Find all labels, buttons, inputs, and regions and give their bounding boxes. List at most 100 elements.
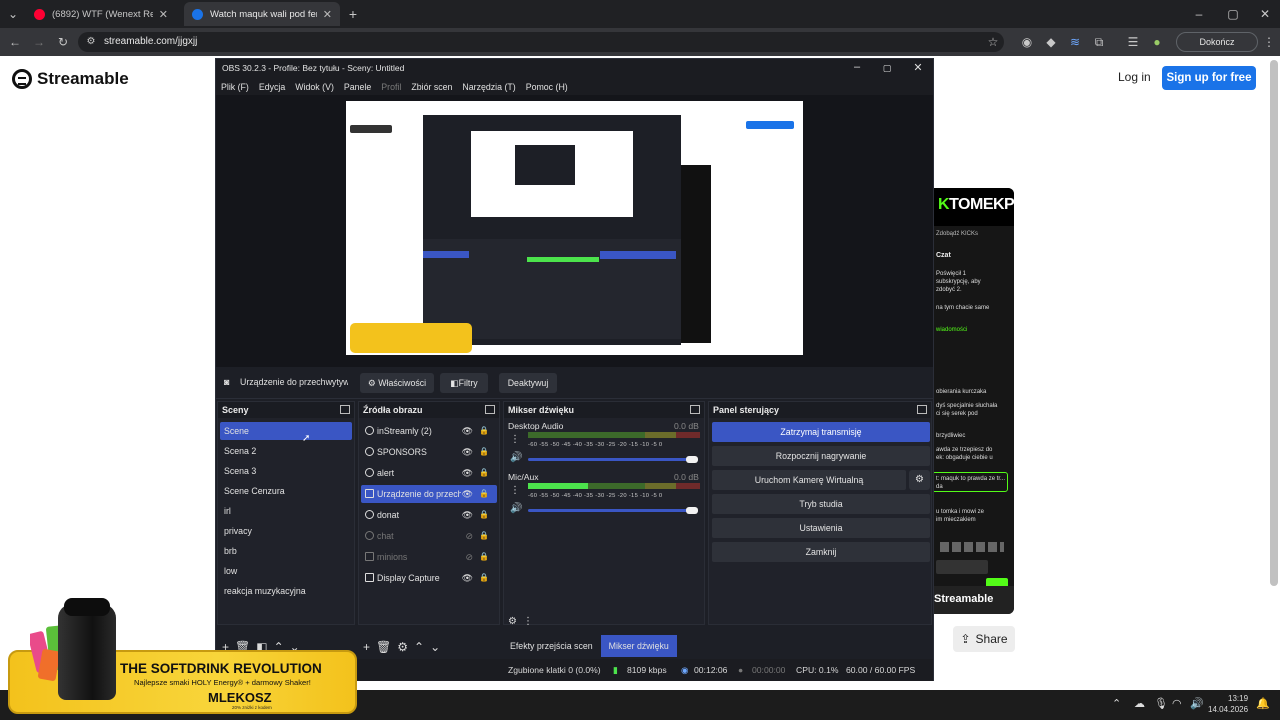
menu-scene-collection[interactable]: Zbiór scen: [411, 79, 452, 95]
share-button[interactable]: ⇪ Share: [953, 626, 1015, 652]
move-up-icon[interactable]: ⌃: [414, 640, 424, 654]
source-item[interactable]: SPONSORS 👁 🔒: [361, 443, 497, 461]
notifications-bell-icon[interactable]: 🔔: [1256, 697, 1270, 710]
eye-icon[interactable]: 👁: [462, 443, 473, 461]
source-item[interactable]: minions ⊘ 🔒: [361, 548, 497, 566]
scene-item[interactable]: Scene: [220, 422, 352, 440]
filters-button[interactable]: ◧Filtry: [440, 373, 488, 393]
volume-slider-handle[interactable]: [686, 456, 698, 463]
new-tab-icon[interactable]: +: [344, 4, 362, 24]
address-bar[interactable]: ⚙ streamable.com/jjgxjj ☆: [78, 32, 1004, 52]
tab-audio-mixer[interactable]: Mikser dźwięku: [600, 635, 677, 657]
tab-scene-transitions[interactable]: Efekty przejścia scen: [502, 635, 601, 657]
update-button[interactable]: Dokończ aktualizację: [1176, 32, 1258, 65]
deactivate-button[interactable]: Deaktywuj: [499, 373, 557, 393]
scene-item[interactable]: privacy: [220, 522, 352, 540]
undock-icon[interactable]: [690, 405, 700, 414]
bookmark-star-icon[interactable]: ☆: [984, 32, 1002, 52]
menu-view[interactable]: Widok (V): [295, 79, 334, 95]
eye-icon[interactable]: 👁: [462, 464, 473, 482]
undock-icon[interactable]: [340, 405, 350, 414]
site-info-icon[interactable]: ⚙: [82, 32, 100, 52]
eye-hidden-icon[interactable]: ⊘: [465, 527, 473, 545]
reload-icon[interactable]: ↻: [54, 32, 72, 52]
tab-youtube[interactable]: (6892) WTF (Wenext Remix) - YouTube ✕: [26, 2, 176, 26]
lock-icon[interactable]: 🔒: [479, 443, 489, 461]
tab-streamable[interactable]: Watch maquk wali pod femboja ✕: [184, 2, 340, 26]
obs-preview[interactable]: [216, 95, 933, 367]
speaker-icon[interactable]: 🔊: [510, 452, 522, 463]
source-item[interactable]: Urządzenie do przechwytywania👁🔒: [361, 485, 497, 503]
source-item[interactable]: donat 👁 🔒: [361, 506, 497, 524]
login-link[interactable]: Log in: [1118, 70, 1151, 84]
scene-item[interactable]: Scena 2: [220, 442, 352, 460]
volume-slider-handle[interactable]: [686, 507, 698, 514]
puzzle-icon[interactable]: ⧉: [1090, 32, 1108, 52]
signup-button[interactable]: Sign up for free: [1162, 66, 1256, 90]
studio-mode-button[interactable]: Tryb studia: [712, 494, 930, 514]
streamable-logo[interactable]: Streamable: [12, 68, 129, 90]
eye-hidden-icon[interactable]: ⊘: [465, 548, 473, 566]
settings-button[interactable]: Ustawienia: [712, 518, 930, 538]
kicks-link[interactable]: Zdobądź KICKs: [936, 230, 978, 238]
maximize-icon[interactable]: ▢: [872, 63, 902, 74]
gear-icon[interactable]: ⚙: [397, 640, 408, 654]
menu-help[interactable]: Pomoc (H): [526, 79, 568, 95]
scene-item[interactable]: low: [220, 562, 352, 580]
add-icon[interactable]: +: [363, 640, 370, 654]
undock-icon[interactable]: [917, 405, 927, 414]
eye-icon[interactable]: 👁: [462, 569, 473, 587]
reading-list-icon[interactable]: ☰: [1124, 32, 1142, 52]
close-tab-icon[interactable]: ✕: [159, 8, 168, 21]
profile-avatar-icon[interactable]: ●: [1148, 32, 1166, 52]
virtual-camera-button[interactable]: Uruchom Kamerę Wirtualną: [712, 470, 906, 490]
scene-item[interactable]: irl: [220, 502, 352, 520]
undock-icon[interactable]: [485, 405, 495, 414]
extension-icon[interactable]: ≋: [1066, 32, 1084, 52]
page-scrollbar[interactable]: [1270, 60, 1278, 586]
eye-icon[interactable]: 👁: [462, 485, 473, 503]
maximize-icon[interactable]: ▢: [1224, 4, 1242, 24]
menu-profile[interactable]: Profil: [381, 79, 401, 95]
menu-docks[interactable]: Panele: [344, 79, 371, 95]
exit-button[interactable]: Zamknij: [712, 542, 930, 562]
extension-icon[interactable]: ◆: [1042, 32, 1060, 52]
scene-item[interactable]: Scene Cenzura: [220, 482, 352, 500]
network-icon[interactable]: ☁: [1134, 697, 1145, 710]
channel-menu-icon[interactable]: ⋮: [510, 485, 520, 496]
start-recording-button[interactable]: Rozpocznij nagrywanie: [712, 446, 930, 466]
stop-stream-button[interactable]: Zatrzymaj transmisję: [712, 422, 930, 442]
volume-icon[interactable]: 🔊: [1190, 697, 1204, 710]
wifi-icon[interactable]: ◠: [1172, 697, 1182, 710]
lock-icon[interactable]: 🔒: [479, 464, 489, 482]
source-item[interactable]: inStreamly (2) 👁 🔒: [361, 422, 497, 440]
lock-icon[interactable]: 🔒: [479, 485, 489, 503]
extension-icon[interactable]: ◉: [1018, 32, 1036, 52]
menu-dots-icon[interactable]: ⋮: [523, 616, 533, 627]
source-item[interactable]: chat ⊘ 🔒: [361, 527, 497, 545]
advanced-audio-gear-icon[interactable]: ⚙: [508, 616, 517, 627]
volume-slider[interactable]: [528, 509, 690, 512]
scene-item[interactable]: reakcja muzykacyjna: [220, 582, 352, 600]
microphone-icon[interactable]: 🎙: [1154, 697, 1168, 710]
close-icon[interactable]: ✕: [903, 61, 933, 74]
source-item[interactable]: Display Capture 👁 🔒: [361, 569, 497, 587]
minimize-icon[interactable]: –: [842, 61, 872, 73]
minimize-icon[interactable]: –: [1190, 4, 1208, 24]
scene-item[interactable]: Scena 3: [220, 462, 352, 480]
properties-button[interactable]: ⚙ Właściwości: [360, 373, 434, 393]
menu-file[interactable]: Plik (F): [221, 79, 249, 95]
close-tab-icon[interactable]: ✕: [323, 8, 332, 21]
trash-icon[interactable]: 🗑: [376, 640, 391, 654]
lock-icon[interactable]: 🔒: [479, 569, 489, 587]
scene-item[interactable]: brb: [220, 542, 352, 560]
close-window-icon[interactable]: ✕: [1256, 4, 1274, 24]
menu-edit[interactable]: Edycja: [259, 79, 285, 95]
url-text[interactable]: streamable.com/jjgxjj: [104, 36, 197, 47]
menu-dots-icon[interactable]: ⋮: [1260, 32, 1278, 52]
eye-icon[interactable]: 👁: [462, 422, 473, 440]
lock-icon[interactable]: 🔒: [479, 527, 489, 545]
source-item[interactable]: alert 👁 🔒: [361, 464, 497, 482]
back-icon[interactable]: ←: [6, 32, 24, 52]
lock-icon[interactable]: 🔒: [479, 506, 489, 524]
